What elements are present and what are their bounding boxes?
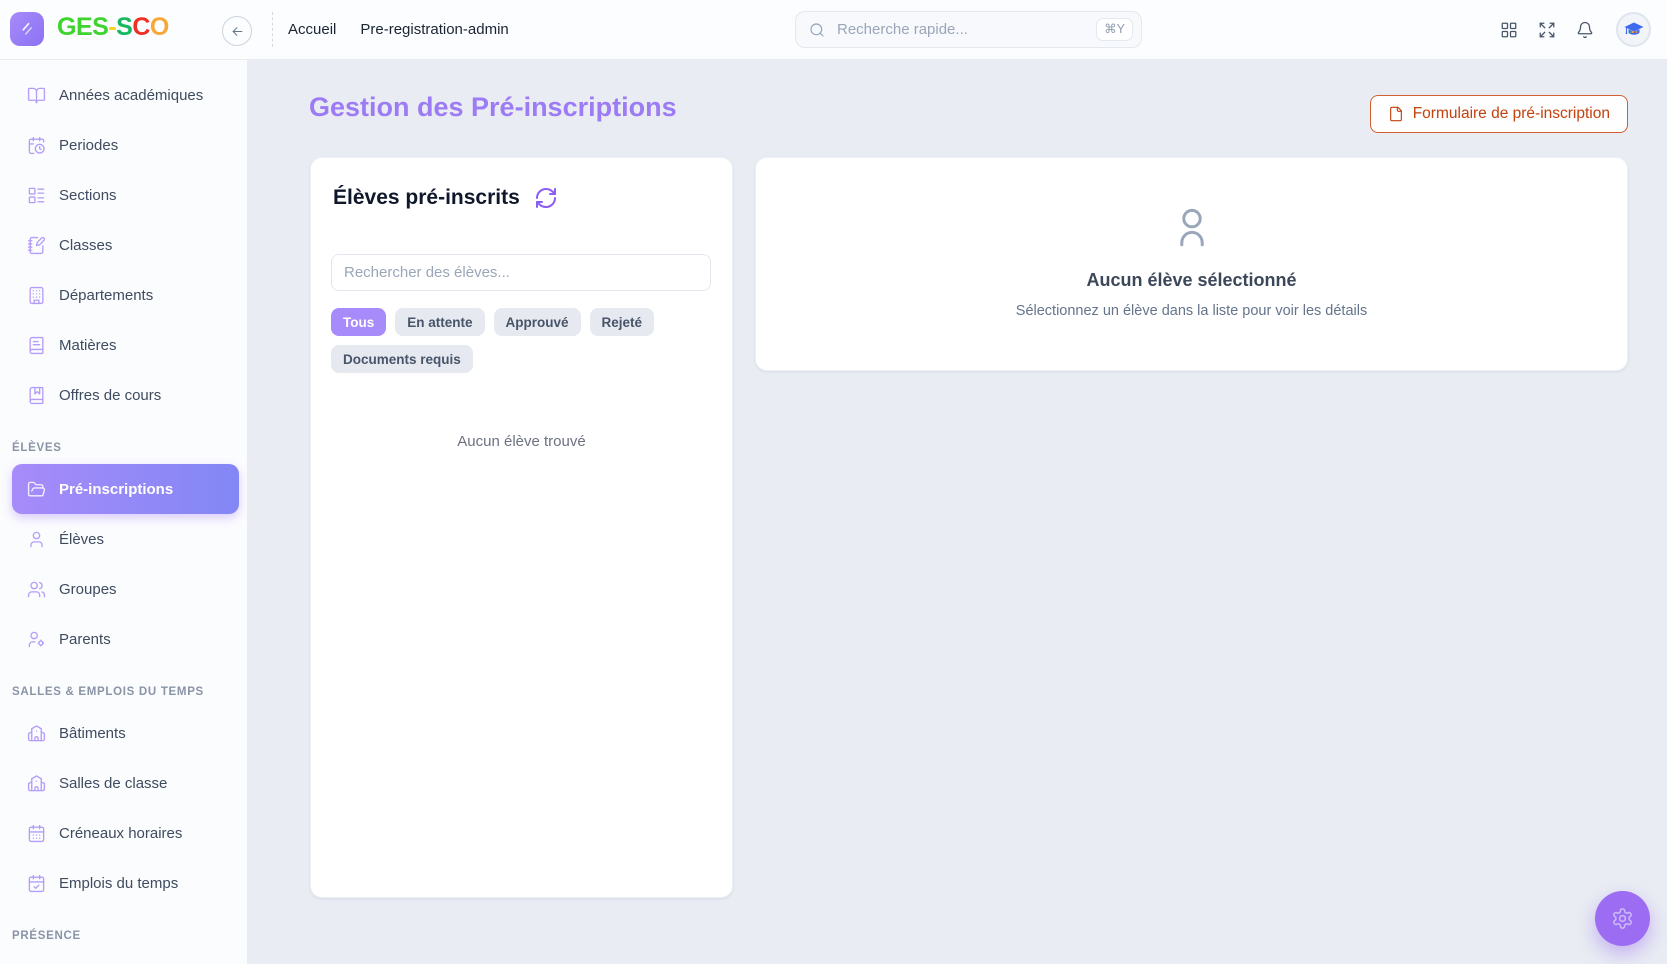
sidebar-item-pre-inscriptions[interactable]: Pré-inscriptions bbox=[12, 464, 239, 514]
sidebar-item-parents[interactable]: Parents bbox=[0, 614, 247, 664]
book-open-icon bbox=[27, 86, 46, 105]
sidebar-item-groupes[interactable]: Groupes bbox=[0, 564, 247, 614]
bell-icon bbox=[1576, 21, 1594, 39]
user-avatar[interactable] bbox=[1616, 12, 1651, 47]
sidebar-item-emplois-du-temps[interactable]: Emplois du temps bbox=[0, 858, 247, 908]
sidebar-item-eleves[interactable]: Élèves bbox=[0, 514, 247, 564]
sidebar-item-label: Periodes bbox=[59, 137, 118, 154]
sidebar-item-label: Départements bbox=[59, 287, 153, 304]
page-title: Gestion des Pré-inscriptions bbox=[309, 92, 677, 123]
sidebar-item-creneaux-horaires[interactable]: Créneaux horaires bbox=[0, 808, 247, 858]
sidebar-item-label: Années académiques bbox=[59, 87, 203, 104]
filter-chip-rejete[interactable]: Rejeté bbox=[590, 308, 655, 336]
student-detail-panel: Aucun élève sélectionné Sélectionnez un … bbox=[755, 157, 1628, 371]
fullscreen-button[interactable] bbox=[1528, 21, 1566, 39]
gear-icon bbox=[1611, 907, 1634, 930]
folder-open-icon bbox=[27, 480, 46, 499]
nav-item-pre-registration-admin[interactable]: Pre-registration-admin bbox=[360, 21, 508, 38]
arrow-left-icon bbox=[230, 24, 245, 39]
header-nav: Accueil Pre-registration-admin bbox=[288, 0, 509, 59]
sidebar-item-departements[interactable]: Départements bbox=[0, 270, 247, 320]
person-icon bbox=[1168, 204, 1216, 252]
pre-registration-form-button-label: Formulaire de pré-inscription bbox=[1413, 105, 1610, 123]
nav-item-accueil[interactable]: Accueil bbox=[288, 21, 336, 38]
sidebar-section-eleves: ÉLÈVES bbox=[0, 440, 247, 456]
filter-chip-approuve[interactable]: Approuvé bbox=[494, 308, 581, 336]
detail-empty-title: Aucun élève sélectionné bbox=[1086, 270, 1296, 291]
book-marked-icon bbox=[27, 386, 46, 405]
sidebar-item-offres-de-cours[interactable]: Offres de cours bbox=[0, 370, 247, 420]
top-bar: GES-SCO Accueil Pre-registration-admin ⌘… bbox=[0, 0, 1667, 60]
pre-registration-form-button[interactable]: Formulaire de pré-inscription bbox=[1370, 95, 1628, 133]
graduation-cap-icon bbox=[1622, 18, 1646, 42]
search-icon bbox=[809, 22, 825, 38]
filter-chip-documents-requis[interactable]: Documents requis bbox=[331, 345, 473, 373]
sidebar-item-label: Groupes bbox=[59, 581, 117, 598]
status-filter-chips: Tous En attente Approuvé Rejeté Document… bbox=[331, 308, 711, 373]
sidebar-item-label: Matières bbox=[59, 337, 117, 354]
user-icon bbox=[27, 530, 46, 549]
main-content: Gestion des Pré-inscriptions Formulaire … bbox=[249, 59, 1667, 964]
sidebar: Années académiques Periodes Sections Cla… bbox=[0, 59, 248, 964]
pre-registered-students-panel: Élèves pré-inscrits Tous En attente Appr… bbox=[310, 157, 733, 898]
app-logo-icon[interactable] bbox=[10, 12, 44, 46]
user-cog-icon bbox=[27, 630, 46, 649]
sidebar-item-label: Salles de classe bbox=[59, 775, 167, 792]
empty-list-message: Aucun élève trouvé bbox=[311, 433, 732, 450]
sidebar-item-batiments[interactable]: Bâtiments bbox=[0, 708, 247, 758]
sidebar-item-matieres[interactable]: Matières bbox=[0, 320, 247, 370]
sidebar-item-classes[interactable]: Classes bbox=[0, 220, 247, 270]
sidebar-item-periodes[interactable]: Periodes bbox=[0, 120, 247, 170]
list-panel-title: Élèves pré-inscrits bbox=[333, 186, 520, 210]
layout-list-icon bbox=[27, 186, 46, 205]
sidebar-section-salles-emplois: SALLES & EMPLOIS DU TEMPS bbox=[0, 684, 247, 700]
notifications-button[interactable] bbox=[1566, 21, 1604, 39]
global-search[interactable]: ⌘Y bbox=[795, 11, 1142, 48]
students-search-input[interactable] bbox=[331, 254, 711, 291]
search-shortcut-badge: ⌘Y bbox=[1096, 18, 1133, 41]
sidebar-section-presence: PRÉSENCE bbox=[0, 928, 247, 944]
book-text-icon bbox=[27, 336, 46, 355]
users-icon bbox=[27, 580, 46, 599]
file-icon bbox=[1388, 106, 1404, 122]
notebook-pen-icon bbox=[27, 236, 46, 255]
sidebar-item-label: Sections bbox=[59, 187, 117, 204]
sidebar-item-label: Créneaux horaires bbox=[59, 825, 182, 842]
sidebar-item-label: Pré-inscriptions bbox=[59, 481, 173, 498]
settings-fab-button[interactable] bbox=[1595, 891, 1650, 946]
apps-grid-button[interactable] bbox=[1490, 21, 1528, 39]
building-icon bbox=[27, 286, 46, 305]
sidebar-item-label: Emplois du temps bbox=[59, 875, 178, 892]
sidebar-item-label: Offres de cours bbox=[59, 387, 161, 404]
sidebar-item-annees-academiques[interactable]: Années académiques bbox=[0, 70, 247, 120]
school-building-icon bbox=[27, 724, 46, 743]
calendar-days-icon bbox=[27, 824, 46, 843]
header-divider bbox=[272, 12, 273, 47]
sidebar-item-label: Élèves bbox=[59, 531, 104, 548]
sidebar-item-label: Classes bbox=[59, 237, 112, 254]
detail-empty-state: Aucun élève sélectionné Sélectionnez un … bbox=[756, 158, 1627, 370]
logo-slashes-icon bbox=[18, 20, 36, 38]
sidebar-item-label: Parents bbox=[59, 631, 111, 648]
grid-icon bbox=[1500, 21, 1518, 39]
sidebar-item-sections[interactable]: Sections bbox=[0, 170, 247, 220]
header-actions bbox=[1490, 0, 1667, 59]
calendar-check-icon bbox=[27, 874, 46, 893]
refresh-icon[interactable] bbox=[534, 186, 558, 210]
list-panel-header: Élèves pré-inscrits bbox=[333, 186, 558, 210]
sidebar-item-salles-de-classe[interactable]: Salles de classe bbox=[0, 758, 247, 808]
detail-empty-subtitle: Sélectionnez un élève dans la liste pour… bbox=[1016, 303, 1367, 319]
filter-chip-en-attente[interactable]: En attente bbox=[395, 308, 484, 336]
sidebar-item-label: Bâtiments bbox=[59, 725, 126, 742]
school-building-icon bbox=[27, 774, 46, 793]
global-search-input[interactable] bbox=[835, 20, 1096, 39]
filter-chip-tous[interactable]: Tous bbox=[331, 308, 386, 336]
fullscreen-icon bbox=[1538, 21, 1556, 39]
sidebar-collapse-button[interactable] bbox=[222, 16, 252, 46]
calendar-clock-icon bbox=[27, 136, 46, 155]
app-logo-text: GES-SCO bbox=[57, 13, 169, 42]
